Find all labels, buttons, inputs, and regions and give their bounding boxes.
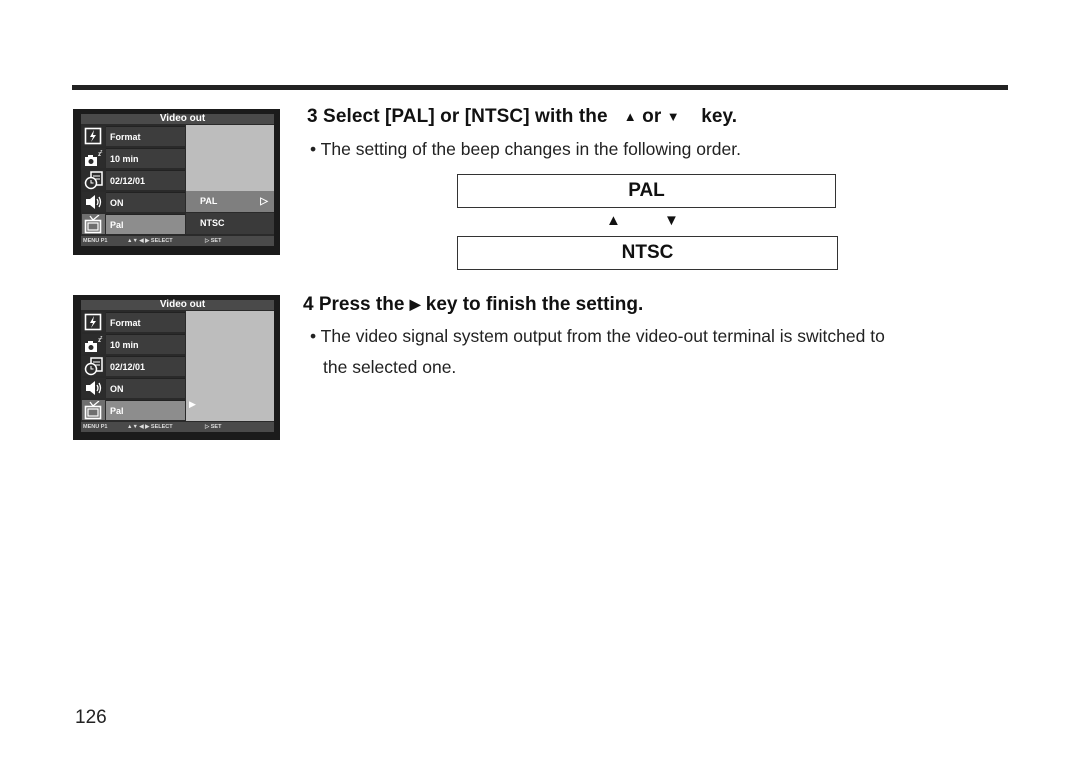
camera-screen-after: Video out Format zz 10 min 02/12/01 ON P… xyxy=(73,295,280,440)
option-pal: PAL ▷ xyxy=(186,191,274,212)
option-ntsc: NTSC xyxy=(186,213,274,234)
down-arrow-icon: ▼ xyxy=(666,109,680,124)
footer-menu: MENU P1 xyxy=(83,424,108,430)
menu-row-sound: ON xyxy=(81,191,185,212)
or-text: or xyxy=(642,106,662,127)
submenu-panel xyxy=(186,311,274,421)
footer-select: ▲▼ ◀ ▶ SELECT xyxy=(127,424,173,430)
menu-row-format: Format xyxy=(81,311,185,332)
up-arrow-icon: ▲ xyxy=(606,212,621,229)
option-label: NTSC xyxy=(200,218,225,228)
sleep-camera-icon: zz xyxy=(82,148,105,168)
top-rule xyxy=(72,85,1008,90)
step4-bullet: • The video signal system output from th… xyxy=(310,326,885,346)
menu-row-date: 02/12/01 xyxy=(81,355,185,376)
menu-row-date: 02/12/01 xyxy=(81,169,185,190)
menu-row-sleep: zz 10 min xyxy=(81,333,185,354)
camera-screen-select: Video out Format zz 10 min 02/12/01 ON P… xyxy=(73,109,280,255)
up-arrow-icon: ▲ xyxy=(623,109,637,124)
footer-menu: MENU P1 xyxy=(83,238,108,244)
option-label: PAL xyxy=(200,196,218,206)
right-outline-arrow-icon: ▷ xyxy=(260,196,268,207)
menu-row-label: Pal xyxy=(106,214,185,234)
menu-row-label: Format xyxy=(106,312,185,332)
menu-row-label: 10 min xyxy=(106,148,185,168)
format-icon xyxy=(82,126,105,146)
screen-title: Video out xyxy=(81,114,274,124)
footer-set: ▷ SET xyxy=(205,238,222,244)
right-arrow-icon: ▶ xyxy=(409,296,421,312)
menu-row-video-out: Pal xyxy=(81,213,185,234)
step4-heading: 4 Press the ▶ key to finish the setting. xyxy=(303,294,643,316)
page-number: 126 xyxy=(75,707,107,728)
step3-heading-end: key. xyxy=(701,106,738,127)
screen-footer: MENU P1 ▲▼ ◀ ▶ SELECT ▷ SET xyxy=(81,422,274,432)
footer-set: ▷ SET xyxy=(205,424,222,430)
step3-heading: 3 Select [PAL] or [NTSC] with the ▲ or ▼… xyxy=(307,106,737,128)
menu-row-label: 02/12/01 xyxy=(106,170,185,190)
clock-date-icon xyxy=(82,356,105,376)
submenu-panel xyxy=(186,125,274,191)
menu-row-label: 10 min xyxy=(106,334,185,354)
menu-row-label: ON xyxy=(106,378,185,398)
down-arrow-icon: ▼ xyxy=(664,212,679,229)
sequence-box-ntsc: NTSC xyxy=(457,236,838,270)
clock-date-icon xyxy=(82,170,105,190)
tv-icon xyxy=(82,214,105,234)
menu-row-format: Format xyxy=(81,125,185,146)
tv-icon xyxy=(82,400,105,420)
menu-row-label: Pal xyxy=(106,400,185,420)
step3-bullet: • The setting of the beep changes in the… xyxy=(310,139,741,159)
svg-text:z: z xyxy=(100,149,103,155)
step3-heading-text: 3 Select [PAL] or [NTSC] with the xyxy=(307,106,608,127)
menu-row-sound: ON xyxy=(81,377,185,398)
screen-title: Video out xyxy=(81,300,274,310)
format-icon xyxy=(82,312,105,332)
step4-heading-text: 4 Press the xyxy=(303,294,405,315)
speaker-icon xyxy=(82,378,105,398)
pointer-arrow-icon: ▶ xyxy=(189,399,196,409)
menu-row-label: 02/12/01 xyxy=(106,356,185,376)
footer-select: ▲▼ ◀ ▶ SELECT xyxy=(127,238,173,244)
step4-heading-end: key to finish the setting. xyxy=(425,294,644,315)
sleep-camera-icon: zz xyxy=(82,334,105,354)
step4-bullet-continued: the selected one. xyxy=(323,357,457,377)
menu-row-sleep: zz 10 min xyxy=(81,147,185,168)
menu-row-label: ON xyxy=(106,192,185,212)
menu-row-video-out: Pal xyxy=(81,399,185,420)
sequence-box-pal: PAL xyxy=(457,174,836,208)
speaker-icon xyxy=(82,192,105,212)
svg-text:z: z xyxy=(100,335,103,341)
menu-row-label: Format xyxy=(106,126,185,146)
screen-footer: MENU P1 ▲▼ ◀ ▶ SELECT ▷ SET xyxy=(81,236,274,246)
